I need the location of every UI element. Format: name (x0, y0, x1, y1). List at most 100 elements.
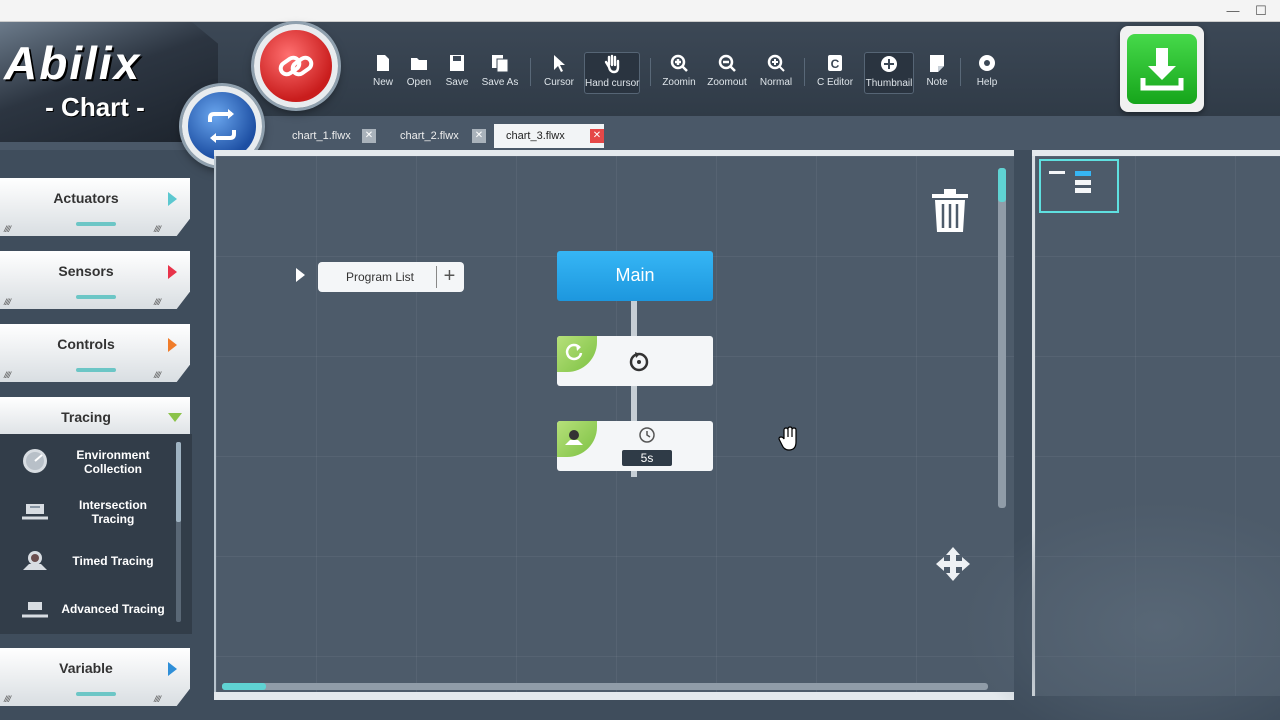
hatch-mark: //// (154, 370, 161, 380)
timed-tracing-badge-icon (565, 430, 583, 445)
block-environment-collection[interactable]: Environment Collection (8, 442, 176, 486)
expand-arrow-icon (168, 662, 177, 676)
cursor-label: Cursor (543, 77, 574, 88)
timed-tracing-icon (23, 551, 47, 570)
duration-value[interactable]: 5s (622, 450, 672, 466)
save-button[interactable]: Save (440, 52, 474, 94)
note-label: Note (926, 77, 948, 88)
category-notch (76, 368, 116, 372)
timed-tracing-block[interactable]: 5s (557, 421, 713, 471)
hatch-mark: //// (154, 224, 161, 234)
category-tracing[interactable]: Tracing (0, 391, 192, 441)
category-background (0, 251, 190, 309)
block-label: Timed Tracing (72, 554, 154, 568)
main-block-label: Main (615, 265, 655, 285)
category-controls[interactable]: Controls //// //// (0, 318, 192, 390)
flow-connector (631, 471, 637, 477)
connect-button[interactable] (254, 24, 338, 108)
expand-arrow-icon (168, 338, 177, 352)
program-list-toggle-icon[interactable] (296, 268, 305, 282)
svg-text:C: C (831, 57, 840, 71)
loop-badge-icon (565, 343, 583, 361)
tab-chart-1[interactable]: chart_1.flwx ✕ (280, 124, 382, 148)
c-editor-label: C Editor (816, 77, 854, 88)
loop-block[interactable] (557, 336, 713, 386)
thumbnail-label: Thumbnail (865, 78, 913, 89)
thumbnail-button[interactable]: Thumbnail (864, 52, 914, 94)
save-icon (450, 55, 464, 71)
zoom-out-icon (718, 54, 736, 72)
new-button[interactable]: New (366, 52, 400, 94)
tab-label: chart_1.flwx (292, 130, 351, 142)
canvas-vertical-scrollbar[interactable] (998, 168, 1006, 508)
add-program-icon[interactable]: + (436, 266, 462, 288)
download-button-face (1127, 34, 1197, 104)
note-button[interactable]: Note (922, 52, 952, 94)
zoomout-button[interactable]: Zoomout (706, 52, 748, 94)
hand-cursor-pointer-icon (778, 426, 797, 451)
open-label: Open (406, 77, 432, 88)
collapse-arrow-icon (168, 413, 182, 422)
hatch-mark: //// (4, 224, 11, 234)
download-to-robot-button[interactable] (1120, 26, 1204, 112)
category-label: Variable (59, 660, 113, 676)
expand-arrow-icon (168, 265, 177, 279)
tracing-block-list: Environment Collection Intersection Trac… (0, 434, 192, 634)
category-notch (76, 295, 116, 299)
category-background (0, 178, 190, 236)
close-tab-icon[interactable]: ✕ (472, 129, 486, 143)
category-sensors[interactable]: Sensors //// //// (0, 245, 192, 317)
category-variable[interactable]: Variable //// //// (0, 642, 192, 714)
hatch-mark: //// (154, 694, 161, 704)
canvas-horizontal-scrollbar[interactable] (222, 683, 988, 690)
refresh-icon (208, 109, 236, 143)
gauge-icon (23, 449, 47, 473)
block-intersection-tracing[interactable]: Intersection Tracing (8, 492, 176, 536)
block-advanced-tracing[interactable]: Advanced Tracing (8, 592, 176, 636)
sidebar-scrollbar-thumb[interactable] (176, 442, 181, 522)
zoom-in-icon (670, 54, 688, 72)
folder-icon (411, 58, 427, 70)
open-button[interactable]: Open (402, 52, 436, 94)
hand-cursor-button[interactable]: Hand cursor (584, 52, 640, 94)
zoomin-button[interactable]: Zoomin (660, 52, 698, 94)
save-label: Save (445, 77, 469, 88)
timer-icon (639, 427, 655, 443)
vertical-scrollbar-thumb[interactable] (998, 168, 1006, 202)
download-icon (1140, 48, 1184, 91)
thumbnail-viewport[interactable] (1039, 159, 1119, 213)
arrow-cursor-icon (554, 55, 565, 72)
tab-label: chart_2.flwx (400, 130, 459, 142)
category-label: Controls (57, 336, 115, 352)
help-icon (979, 55, 995, 71)
c-editor-button[interactable]: C C Editor (814, 52, 856, 94)
close-tab-icon[interactable]: ✕ (590, 129, 604, 143)
hatch-mark: //// (4, 694, 11, 704)
tab-chart-3[interactable]: chart_3.flwx ✕ (494, 124, 604, 148)
save-as-button[interactable]: Save As (480, 52, 520, 94)
move-canvas-icon[interactable] (934, 545, 972, 583)
trash-icon[interactable] (930, 188, 970, 234)
normal-zoom-button[interactable]: Normal (756, 52, 796, 94)
program-list-button[interactable]: Program List + (318, 262, 464, 292)
maximize-button[interactable]: ☐ (1250, 2, 1272, 20)
help-button[interactable]: Help (972, 52, 1002, 94)
block-palette-sidebar: Actuators //// //// Sensors //// //// Co… (0, 160, 196, 720)
hatch-mark: //// (154, 297, 161, 307)
block-timed-tracing[interactable]: Timed Tracing (8, 542, 176, 586)
block-label: Advanced Tracing (61, 602, 165, 616)
window-titlebar: — ☐ (0, 0, 1280, 22)
category-label: Sensors (58, 263, 114, 279)
category-background (0, 324, 190, 382)
horizontal-scrollbar-thumb[interactable] (222, 683, 266, 690)
sidebar-scrollbar[interactable] (176, 442, 181, 622)
main-start-block[interactable]: Main (557, 251, 713, 301)
minimize-button[interactable]: — (1222, 2, 1244, 20)
tab-chart-2[interactable]: chart_2.flwx ✕ (388, 124, 490, 148)
toolbar-separator (530, 58, 531, 86)
hand-icon (604, 54, 620, 74)
cursor-button[interactable]: Cursor (542, 52, 576, 94)
help-label: Help (976, 77, 998, 88)
category-actuators[interactable]: Actuators //// //// (0, 172, 192, 244)
close-tab-icon[interactable]: ✕ (362, 129, 376, 143)
